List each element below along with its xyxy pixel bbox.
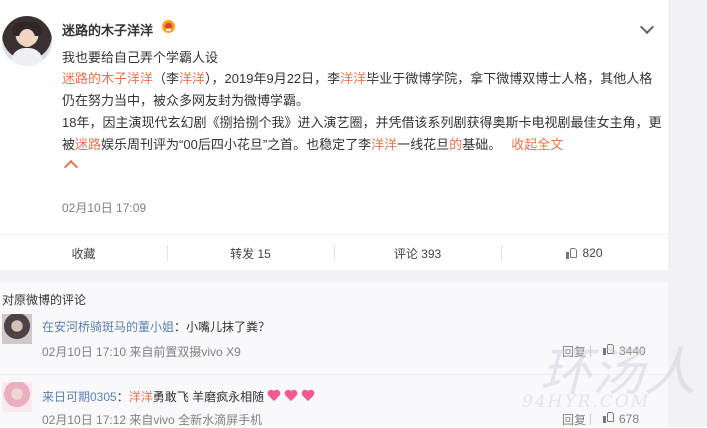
user-avatar[interactable] bbox=[2, 16, 52, 66]
comment-avatar[interactable] bbox=[2, 314, 32, 344]
chevron-up-icon[interactable] bbox=[63, 159, 79, 175]
thumb-up-icon bbox=[566, 247, 578, 259]
content-text: ），2019年9月22日，李 bbox=[205, 71, 341, 86]
highlight-text[interactable]: 迷路的木子洋洋 bbox=[62, 71, 153, 86]
collapse-link[interactable]: 收起全文 bbox=[511, 137, 563, 152]
comment-text-line: 在安河桥骑斑马的董小姐：小嘴儿抹了粪？ bbox=[42, 318, 270, 335]
like-count: 820 bbox=[582, 246, 603, 260]
reply-button[interactable]: 回复 bbox=[562, 411, 586, 428]
comment-meta: 02月10日 17:12 来自vivo 全新水滴屏手机 bbox=[42, 413, 263, 427]
heart-emoji-icon bbox=[301, 390, 315, 402]
post-subtitle: 我也要给自己弄个学霸人设 bbox=[62, 50, 219, 65]
avatar-face bbox=[19, 29, 35, 47]
post-toolbar: 收藏 转发 15 评论 393 820 bbox=[0, 234, 668, 271]
comments-title: 对原微博的评论 bbox=[2, 293, 87, 307]
content-paragraph: 迷路的木子洋洋（李洋洋），2019年9月22日，李洋洋毕业于微博学院，拿下微博双… bbox=[62, 68, 662, 112]
comment-like-count: 3440 bbox=[619, 344, 646, 358]
right-sidebar bbox=[668, 0, 707, 427]
content-paragraph: 18年，因主演现代玄幻剧《捌拾捌个我》进入演艺圈，并凭借该系列剧获得奥斯卡电视剧… bbox=[62, 112, 662, 156]
content-text: （李 bbox=[153, 71, 180, 86]
reply-button[interactable]: 回复 bbox=[562, 343, 586, 360]
repost-label: 转发 15 bbox=[230, 246, 271, 261]
avatar-body bbox=[11, 48, 43, 66]
user-name[interactable]: 迷路的木子洋洋 bbox=[62, 20, 153, 39]
vip-crown-icon bbox=[162, 20, 175, 33]
comment-user[interactable]: 在安河桥骑斑马的董小姐 bbox=[42, 320, 174, 334]
comment-label: 评论 393 bbox=[393, 246, 442, 261]
favorite-button[interactable]: 收藏 bbox=[0, 235, 167, 271]
highlight-text[interactable]: 迷路 bbox=[75, 137, 101, 152]
thumb-up-icon bbox=[603, 411, 615, 423]
comment-body: 洋洋勇敢飞 羊磨疯永相随 bbox=[129, 390, 264, 404]
highlight-text[interactable]: 洋洋 bbox=[179, 71, 205, 86]
comment-body: 小嘴儿抹了粪？ bbox=[186, 320, 270, 334]
highlight-text[interactable]: 洋洋 bbox=[129, 390, 153, 404]
comment-separator: ： bbox=[116, 390, 129, 404]
heart-emoji-icon bbox=[284, 390, 298, 402]
highlight-text[interactable]: 洋洋 bbox=[340, 71, 366, 86]
highlight-text[interactable]: 的 bbox=[449, 137, 462, 152]
content-text: 娱乐周刊评为“00后四小花旦”之首。也稳定了李 bbox=[101, 137, 372, 152]
weibo-post: 迷路的木子洋洋 我也要给自己弄个学霸人设 迷路的木子洋洋（李洋洋），2019年9… bbox=[0, 0, 668, 270]
thumb-up-icon bbox=[603, 343, 615, 355]
comments-section: 对原微博的评论 在安河桥骑斑马的董小姐：小嘴儿抹了粪？ 02月10日 17:10… bbox=[0, 282, 668, 427]
comment-separator-line bbox=[0, 374, 668, 375]
comment-avatar[interactable] bbox=[2, 382, 32, 412]
post-content: 迷路的木子洋洋（李洋洋），2019年9月22日，李洋洋毕业于微博学院，拿下微博双… bbox=[62, 68, 662, 175]
divider bbox=[590, 345, 591, 357]
post-time[interactable]: 02月10日 17:09 bbox=[62, 199, 146, 216]
comment-meta: 02月10日 17:10 来自前置双摄vivo X9 bbox=[42, 345, 241, 359]
comment-like-count: 678 bbox=[619, 412, 640, 426]
like-button[interactable]: 820 bbox=[501, 235, 668, 271]
favorite-label: 收藏 bbox=[71, 246, 96, 261]
repost-button[interactable]: 转发 15 bbox=[167, 235, 334, 271]
content-text: 基础。 bbox=[462, 137, 502, 152]
content-text: 一线花旦 bbox=[397, 137, 450, 152]
heart-emoji-icon bbox=[267, 390, 281, 402]
comment-like-button[interactable]: 3440 bbox=[603, 343, 646, 358]
comment-user[interactable]: 来日可期0305 bbox=[42, 390, 117, 404]
comment-button[interactable]: 评论 393 bbox=[334, 235, 501, 271]
highlight-text[interactable]: 洋洋 bbox=[371, 137, 397, 152]
content-text: 勇敢飞 羊磨疯永相随 bbox=[152, 390, 265, 404]
divider bbox=[590, 413, 591, 425]
comment-separator: ： bbox=[174, 320, 187, 334]
section-gap bbox=[0, 270, 668, 282]
comment-like-button[interactable]: 678 bbox=[603, 411, 639, 426]
content-text: 小嘴儿抹了粪？ bbox=[186, 320, 271, 334]
chevron-down-icon[interactable] bbox=[639, 19, 655, 35]
comment-text-line: 来日可期0305：洋洋勇敢飞 羊磨疯永相随 bbox=[42, 388, 315, 405]
